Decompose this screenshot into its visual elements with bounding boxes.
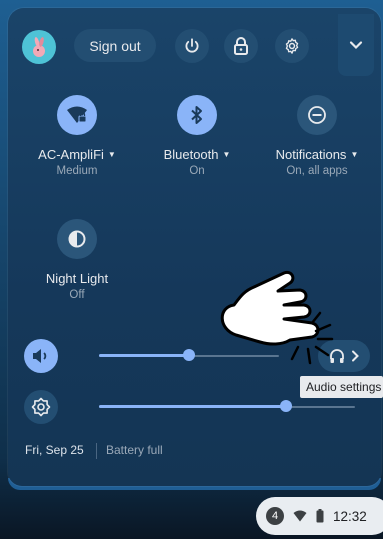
sign-out-button[interactable]: Sign out [74, 29, 156, 62]
volume-slider-fill [99, 354, 189, 357]
volume-slider-thumb[interactable] [183, 349, 195, 361]
feature-network-label[interactable]: AC-AmpliFi ▼ [22, 147, 132, 162]
feature-bluetooth-label[interactable]: Bluetooth ▼ [142, 147, 252, 162]
feature-night-light[interactable]: Night Light Off [22, 219, 132, 301]
brightness-slider-row [24, 390, 369, 424]
wifi-locked-icon [67, 106, 87, 123]
brightness-icon [31, 397, 51, 417]
feature-bluetooth-sub: On [189, 165, 205, 177]
brightness-slider-thumb[interactable] [280, 400, 292, 412]
feature-network[interactable]: AC-AmpliFi ▼ Medium [22, 95, 132, 177]
date-label[interactable]: Fri, Sep 25 [25, 443, 84, 457]
notifications-toggle[interactable] [297, 95, 337, 135]
caret-down-icon: ▼ [107, 150, 116, 159]
caret-down-icon: ▼ [222, 150, 231, 159]
sign-out-label: Sign out [89, 37, 141, 54]
caret-down-icon: ▼ [350, 150, 359, 159]
collapse-toggle-button[interactable] [338, 14, 374, 76]
rabbit-avatar-icon [33, 37, 45, 57]
chevron-right-icon [352, 350, 359, 362]
gear-icon [285, 38, 299, 54]
brightness-slider-fill [99, 405, 286, 408]
notification-count-badge: 4 [266, 507, 284, 525]
brightness-button [24, 390, 58, 424]
bluetooth-icon [191, 106, 202, 124]
lock-button[interactable] [224, 29, 258, 63]
status-tray[interactable]: 4 12:32 [256, 497, 383, 535]
wifi-icon [293, 510, 307, 522]
bluetooth-toggle[interactable] [177, 95, 217, 135]
user-avatar[interactable] [22, 30, 56, 64]
mute-button[interactable] [24, 339, 58, 373]
feature-bluetooth[interactable]: Bluetooth ▼ On [142, 95, 252, 177]
power-button[interactable] [175, 29, 209, 63]
feature-night-light-label: Night Light [45, 271, 109, 286]
feature-notifications[interactable]: Notifications ▼ On, all apps [262, 95, 372, 177]
clock-time: 12:32 [333, 508, 367, 524]
footer-divider [96, 443, 97, 459]
feature-night-light-sub: Off [69, 289, 85, 301]
chevron-down-icon [349, 41, 363, 50]
volume-icon [33, 349, 47, 363]
battery-icon [316, 509, 324, 523]
settings-button[interactable] [275, 29, 309, 63]
do-not-disturb-icon [308, 106, 326, 124]
feature-notifications-label[interactable]: Notifications ▼ [262, 147, 372, 162]
lock-icon [234, 37, 248, 55]
feature-notifications-sub: On, all apps [286, 165, 348, 177]
feature-network-sub: Medium [56, 165, 98, 177]
power-icon [185, 38, 199, 53]
battery-status: Battery full [106, 443, 163, 457]
night-light-toggle[interactable] [57, 219, 97, 259]
hand-pointer-icon [220, 270, 334, 365]
night-light-icon [68, 230, 86, 248]
network-toggle[interactable] [57, 95, 97, 135]
